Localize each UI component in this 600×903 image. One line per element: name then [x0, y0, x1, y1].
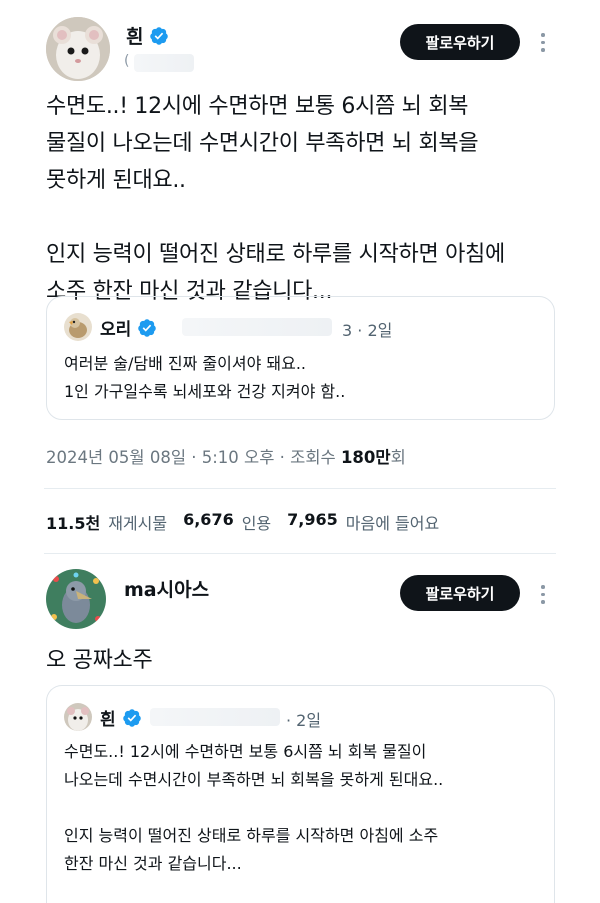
author-name-row[interactable]: 흰	[126, 22, 169, 49]
handle-redaction	[134, 54, 194, 72]
divider	[44, 488, 556, 489]
verified-badge-icon	[122, 708, 142, 728]
like-label[interactable]: 마음에 들어요	[346, 510, 439, 534]
more-options-icon[interactable]	[540, 33, 546, 52]
quoted-text-line: 여러분 술/담배 진짜 줄이셔야 돼요..	[64, 354, 306, 373]
quote-label[interactable]: 인용	[242, 510, 271, 534]
quoted-date: 3 · 2일	[342, 321, 393, 340]
reply-author-row[interactable]: ma시아스	[124, 575, 209, 602]
quoted-author-avatar	[64, 313, 92, 341]
author-name[interactable]: 흰	[126, 22, 143, 49]
quoted-text-line	[64, 794, 544, 822]
reply-author-avatar[interactable]	[46, 569, 106, 629]
follow-button[interactable]: 팔로우하기	[400, 24, 520, 60]
quoted-text-line: 나오는데 수면시간이 부족하면 뇌 회복을 못하게 된대요..	[64, 770, 444, 789]
quoted-handle-redaction	[182, 318, 332, 336]
verified-badge-icon	[137, 318, 157, 338]
quoted-text-line: 한잔 마신 것과 같습니다...	[64, 854, 242, 873]
tweet-text-line: 인지 능력이 떨어진 상태로 하루를 시작하면 아침에	[46, 242, 505, 267]
like-count[interactable]: 7,965	[287, 510, 338, 534]
verified-badge-icon	[149, 26, 169, 46]
tweet-text-line: 못하게 된대요..	[46, 168, 186, 193]
timestamp-text: 2024년 05월 08일 · 5:10 오후 · 조회수	[46, 448, 341, 467]
quoted-author-avatar	[64, 703, 92, 731]
quoted-text-line: 1인 가구일수록 뇌세포와 건강 지켜야 함..	[64, 382, 346, 401]
retweet-count[interactable]: 11.5천	[46, 510, 100, 534]
quoted-text: 수면도..! 12시에 수면하면 보통 6시쯤 뇌 회복 물질이 나오는데 수면…	[64, 738, 544, 878]
quoted-author-row: 흰	[100, 705, 142, 730]
tweet-text-line: 수면도..! 12시에 수면하면 보통 6시쯤 뇌 회복	[46, 94, 469, 119]
more-options-icon[interactable]	[540, 585, 546, 604]
quoted-text-line: 수면도..! 12시에 수면하면 보통 6시쯤 뇌 회복 물질이	[64, 742, 427, 761]
view-count-suffix: 회	[390, 448, 406, 467]
quoted-text: 여러분 술/담배 진짜 줄이셔야 돼요.. 1인 가구일수록 뇌세포와 건강 지…	[64, 350, 544, 406]
quoted-author-name: 오리	[100, 320, 132, 340]
author-handle: (	[124, 53, 130, 69]
quoted-text-line: 인지 능력이 떨어진 상태로 하루를 시작하면 아침에 소주	[64, 826, 439, 845]
view-count: 180만	[340, 448, 391, 467]
quoted-author-name: 흰	[100, 710, 116, 730]
reply-text: 오 공짜소주	[46, 648, 153, 673]
divider	[44, 553, 556, 554]
follow-button[interactable]: 팔로우하기	[400, 575, 520, 611]
author-avatar[interactable]	[46, 17, 110, 81]
retweet-label[interactable]: 재게시물	[108, 510, 167, 534]
tweet-text-line	[46, 199, 566, 236]
tweet-text: 수면도..! 12시에 수면하면 보통 6시쯤 뇌 회복 물질이 나오는데 수면…	[46, 88, 566, 310]
quoted-author-row: 오리	[100, 315, 157, 340]
quoted-handle-redaction	[150, 708, 280, 726]
tweet-text-line: 물질이 나오는데 수면시간이 부족하면 뇌 회복을	[46, 131, 479, 156]
engagement-stats: 11.5천 재게시물 6,676 인용 7,965 마음에 들어요	[46, 510, 439, 534]
quoted-date: · 2일	[286, 711, 322, 730]
quote-count[interactable]: 6,676	[183, 510, 234, 534]
reply-author-name[interactable]: ma시아스	[124, 575, 209, 602]
tweet-timestamp: 2024년 05월 08일 · 5:10 오후 · 조회수 180만회	[46, 444, 406, 468]
